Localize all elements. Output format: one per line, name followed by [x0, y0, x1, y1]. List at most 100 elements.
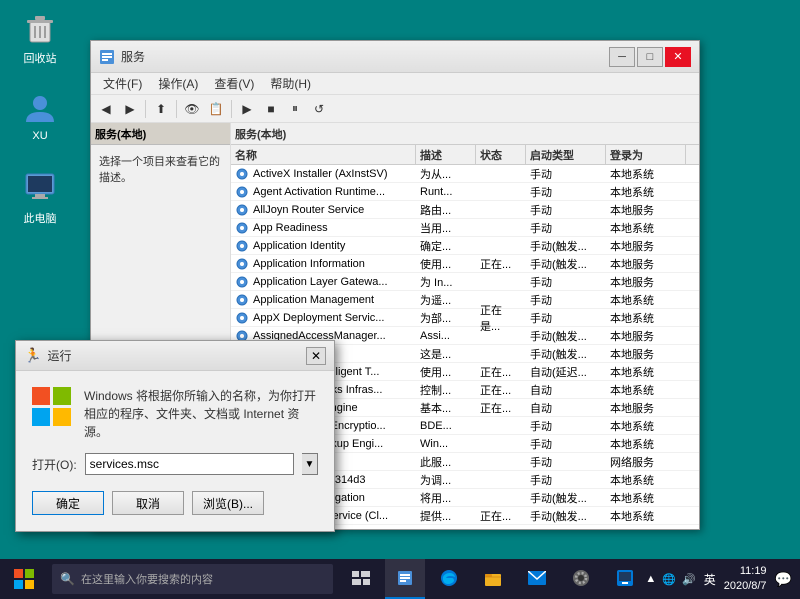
service-row[interactable]: Application Management为遥...手动本地系统 — [231, 291, 699, 309]
run-input-field[interactable] — [85, 453, 294, 475]
service-login-cell: 本地系统 — [606, 166, 686, 182]
notification-button[interactable]: 💬 — [775, 571, 792, 588]
service-row[interactable]: App Readiness当用...手动本地系统 — [231, 219, 699, 237]
col-header-login[interactable]: 登录为 — [606, 145, 686, 164]
user-icon — [22, 90, 58, 126]
menu-bar: 文件(F) 操作(A) 查看(V) 帮助(H) — [91, 73, 699, 95]
col-header-status[interactable]: 状态 — [476, 145, 526, 164]
service-row[interactable]: AllJoyn Router Service路由...手动本地服务 — [231, 201, 699, 219]
taskbar-settings-button[interactable] — [561, 559, 601, 599]
taskbar-services-button[interactable] — [385, 559, 425, 599]
properties-button[interactable]: 📋 — [205, 98, 227, 120]
taskbar-explorer-button[interactable] — [473, 559, 513, 599]
menu-action[interactable]: 操作(A) — [150, 73, 206, 94]
service-icon — [235, 203, 249, 217]
taskbar-search-placeholder: 在这里输入你要搜索的内容 — [81, 571, 213, 587]
run-dropdown-button[interactable]: ▼ — [302, 453, 318, 475]
service-row[interactable]: AppX Deployment Servic...为部...正在是...手动本地… — [231, 309, 699, 327]
task-view-button[interactable] — [341, 559, 381, 599]
col-header-startup[interactable]: 启动类型 — [526, 145, 606, 164]
taskbar-time[interactable]: 11:19 2020/8/7 — [724, 564, 767, 595]
service-row[interactable]: Agent Activation Runtime...Runt...手动本地系统 — [231, 183, 699, 201]
col-header-desc[interactable]: 描述 — [416, 145, 476, 164]
desktop-icon-my-pc[interactable]: 此电脑 — [10, 170, 70, 226]
service-row[interactable]: Application Identity确定...手动(触发...本地服务 — [231, 237, 699, 255]
minimize-button[interactable]: ─ — [609, 47, 635, 67]
services-titlebar: 服务 ─ □ ✕ — [91, 41, 699, 73]
service-login-cell: 本地系统 — [606, 508, 686, 524]
pause-service-button[interactable]: ⏸ — [284, 98, 306, 120]
taskbar-apps — [341, 559, 645, 599]
service-name-cell: ActiveX Installer (AxInstSV) — [231, 167, 416, 181]
taskbar-edge-button[interactable] — [429, 559, 469, 599]
service-startup-cell: 手动(触发... — [526, 328, 606, 344]
service-name-text: Application Layer Gatewa... — [253, 276, 388, 288]
desktop-icon-user[interactable]: XU — [10, 90, 70, 142]
start-service-button[interactable]: ▶ — [236, 98, 258, 120]
service-name-cell: Agent Activation Runtime... — [231, 185, 416, 199]
tray-speaker-icon: 🔊 — [682, 573, 696, 586]
service-login-cell: 本地系统 — [606, 382, 686, 398]
forward-button[interactable]: ▶ — [119, 98, 141, 120]
service-startup-cell: 自动 — [526, 400, 606, 416]
service-startup-cell: 手动 — [526, 454, 606, 470]
run-title: 运行 — [47, 347, 306, 364]
start-button[interactable] — [0, 559, 48, 599]
service-desc-cell: 使用... — [416, 364, 476, 380]
close-button[interactable]: ✕ — [665, 47, 691, 67]
service-login-cell: 本地服务 — [606, 328, 686, 344]
run-icon-row: Windows 将根据你所输入的名称，为你打开相应的程序、文件夹、文档或 Int… — [32, 387, 318, 441]
taskbar-lang: 英 — [704, 571, 716, 588]
taskbar-right: ▲ 🌐 🔊 英 11:19 2020/8/7 💬 — [645, 564, 800, 595]
service-login-cell: 本地服务 — [606, 202, 686, 218]
service-login-cell: 本地系统 — [606, 418, 686, 434]
run-browse-button[interactable]: 浏览(B)... — [192, 491, 264, 515]
run-titlebar: 🏃 运行 ✕ — [16, 341, 334, 371]
service-startup-cell: 手动(触发... — [526, 490, 606, 506]
service-startup-cell: 手动 — [526, 292, 606, 308]
desktop-icon-recycle-bin[interactable]: 回收站 — [10, 10, 70, 66]
service-login-cell: 本地系统 — [606, 310, 686, 326]
service-login-cell: 本地服务 — [606, 256, 686, 272]
run-close-button[interactable]: ✕ — [306, 347, 326, 365]
taskbar-remote-button[interactable] — [605, 559, 645, 599]
show-hide-button[interactable]: 👁 — [181, 98, 203, 120]
run-os-icon — [32, 387, 72, 427]
service-status-cell: 正在... — [476, 508, 526, 524]
stop-service-button[interactable]: ■ — [260, 98, 282, 120]
back-button[interactable]: ◀ — [95, 98, 117, 120]
services-list-header: 名称 描述 状态 启动类型 登录为 — [231, 145, 699, 165]
service-name-cell: Application Layer Gatewa... — [231, 275, 416, 289]
menu-help[interactable]: 帮助(H) — [262, 73, 319, 94]
taskbar-search[interactable]: 🔍 在这里输入你要搜索的内容 — [52, 564, 333, 594]
service-status-cell: 正在... — [476, 256, 526, 272]
menu-file[interactable]: 文件(F) — [95, 73, 150, 94]
taskbar-mail-button[interactable] — [517, 559, 557, 599]
run-input-row: 打开(O): ▼ — [32, 453, 318, 475]
service-login-cell: 本地系统 — [606, 436, 686, 452]
restart-service-button[interactable]: ↺ — [308, 98, 330, 120]
left-panel-header: 服务(本地) — [91, 123, 230, 145]
menu-view[interactable]: 查看(V) — [206, 73, 262, 94]
service-row[interactable]: Application Layer Gatewa...为 In...手动本地服务 — [231, 273, 699, 291]
run-ok-button[interactable]: 确定 — [32, 491, 104, 515]
service-row[interactable]: ActiveX Installer (AxInstSV)为从...手动本地系统 — [231, 165, 699, 183]
recycle-bin-icon — [22, 10, 58, 46]
computer-icon — [22, 170, 58, 206]
service-status-cell: 正在... — [476, 400, 526, 416]
service-icon — [235, 293, 249, 307]
service-desc-cell: 路由... — [416, 202, 476, 218]
col-header-name[interactable]: 名称 — [231, 145, 416, 164]
run-cancel-button[interactable]: 取消 — [112, 491, 184, 515]
service-name-cell: Application Identity — [231, 239, 416, 253]
clock-date: 2020/8/7 — [724, 579, 767, 594]
service-startup-cell: 自动(延迟... — [526, 364, 606, 380]
service-desc-cell: 使用... — [416, 256, 476, 272]
maximize-button[interactable]: □ — [637, 47, 663, 67]
tray-arrow[interactable]: ▲ — [645, 573, 656, 585]
up-button[interactable]: ⬆ — [150, 98, 172, 120]
service-row[interactable]: Application Information使用...正在...手动(触发..… — [231, 255, 699, 273]
run-input-label: 打开(O): — [32, 456, 77, 473]
desktop: 回收站 XU 此电脑 — [0, 0, 800, 599]
service-icon — [235, 185, 249, 199]
